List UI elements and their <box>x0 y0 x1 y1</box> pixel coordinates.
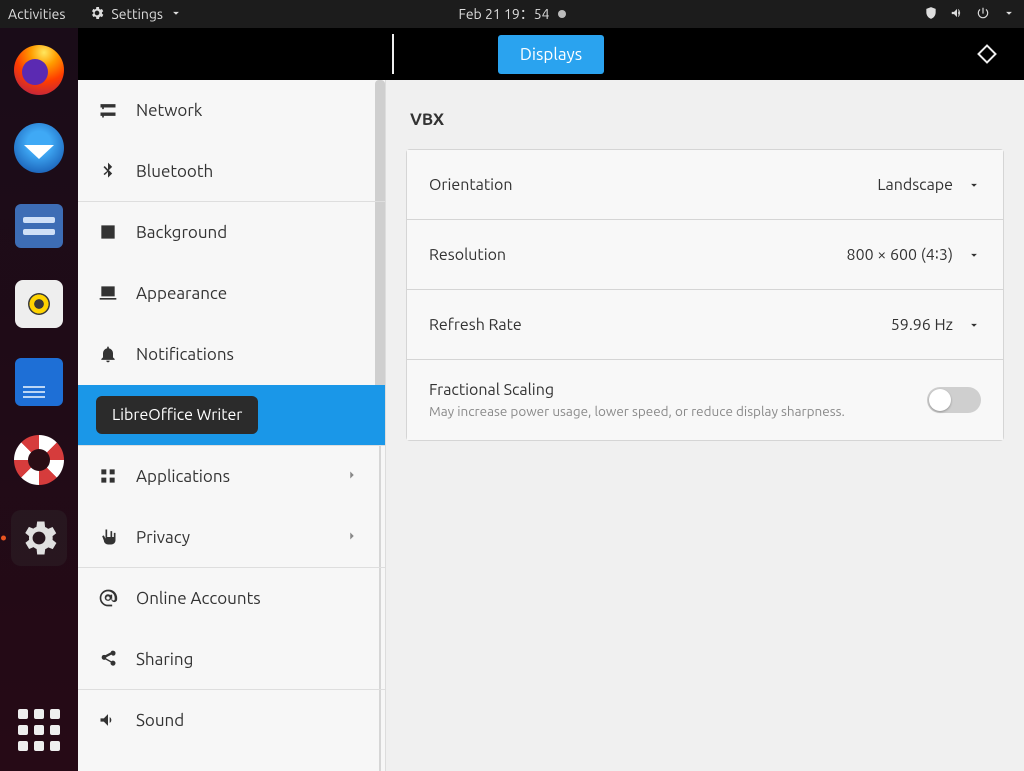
row-label: Resolution <box>429 246 506 264</box>
window-headerbar: Displays <box>78 28 1024 80</box>
activities-button[interactable]: Activities <box>8 6 65 22</box>
chevron-down-icon <box>967 318 981 332</box>
sidebar-item-sound[interactable]: Sound <box>78 690 385 751</box>
chevron-right-icon <box>345 467 359 486</box>
display-settings-panel: Orientation Landscape Resolution 800 × 6… <box>406 149 1004 441</box>
dock-app-firefox[interactable] <box>11 42 67 98</box>
row-value-dropdown[interactable]: 59.96 Hz <box>891 316 981 334</box>
files-icon <box>15 204 63 248</box>
display-name-heading: VBX <box>410 110 1004 129</box>
row-orientation[interactable]: Orientation Landscape <box>407 150 1003 220</box>
speaker-icon <box>15 280 63 328</box>
dock-app-writer[interactable] <box>11 354 67 410</box>
row-value: 800 × 600 (4∶3) <box>847 245 953 264</box>
sidebar-item-label: Sound <box>136 711 184 730</box>
thunderbird-icon <box>14 123 64 173</box>
dock-app-files[interactable] <box>11 198 67 254</box>
sidebar-item-label: Privacy <box>136 528 190 547</box>
sidebar-item-network[interactable]: Network <box>78 80 385 141</box>
sidebar-item-label: Notifications <box>136 345 234 364</box>
sound-icon <box>98 710 118 730</box>
dock-app-settings[interactable] <box>11 510 67 566</box>
grid-icon <box>98 466 118 486</box>
row-label: Orientation <box>429 176 513 194</box>
settings-window-body: Network Bluetooth Background Appearance … <box>78 80 1024 771</box>
chevron-right-icon <box>345 528 359 547</box>
bluetooth-icon <box>98 161 118 181</box>
row-sublabel: May increase power usage, lower speed, o… <box>429 403 845 419</box>
sidebar-item-appearance[interactable]: Appearance <box>78 263 385 324</box>
power-icon[interactable] <box>976 6 990 23</box>
sidebar-item-label: Network <box>136 101 202 120</box>
sidebar-item-privacy[interactable]: Privacy <box>78 507 385 568</box>
bell-icon <box>98 344 118 364</box>
sidebar-item-online-accounts[interactable]: Online Accounts <box>78 568 385 629</box>
ubuntu-dock <box>0 28 78 771</box>
dock-app-help[interactable] <box>11 432 67 488</box>
document-icon <box>15 358 63 406</box>
notification-dot-icon <box>558 10 566 18</box>
row-value-dropdown[interactable]: 800 × 600 (4∶3) <box>847 245 981 264</box>
sidebar-item-sharing[interactable]: Sharing <box>78 629 385 690</box>
chevron-down-icon <box>967 178 981 192</box>
sidebar-item-displays[interactable]: LibreOffice Writer <box>78 385 385 446</box>
row-value-dropdown[interactable]: Landscape <box>877 176 981 194</box>
settings-content: VBX Orientation Landscape Resolution 800… <box>386 80 1024 771</box>
shield-icon[interactable] <box>924 6 938 23</box>
chevron-down-icon <box>967 248 981 262</box>
row-label: Refresh Rate <box>429 316 522 334</box>
sidebar-item-label: Background <box>136 223 227 242</box>
display-layout-icon[interactable] <box>977 44 997 64</box>
chevron-down-icon[interactable] <box>1002 6 1016 23</box>
dock-app-thunderbird[interactable] <box>11 120 67 176</box>
gear-icon <box>89 5 105 24</box>
share-icon <box>98 649 118 669</box>
hand-icon <box>98 527 118 547</box>
settings-sidebar: Network Bluetooth Background Appearance … <box>78 80 386 771</box>
clock[interactable]: Feb 21 19：54 <box>458 4 549 24</box>
gear-icon <box>15 514 63 562</box>
show-applications-button[interactable] <box>18 709 60 751</box>
volume-icon[interactable] <box>950 6 964 23</box>
gnome-top-bar: Activities Settings Feb 21 19：54 <box>0 0 1024 28</box>
app-menu-label: Settings <box>111 6 163 22</box>
headerbar-separator <box>392 34 394 74</box>
sidebar-item-label: Appearance <box>136 284 227 303</box>
app-menu[interactable]: Settings <box>89 5 183 24</box>
appearance-icon <box>98 283 118 303</box>
row-label: Fractional Scaling <box>429 381 845 399</box>
fractional-scaling-toggle[interactable] <box>927 387 981 413</box>
headerbar-title[interactable]: Displays <box>498 35 604 74</box>
row-fractional-scaling: Fractional Scaling May increase power us… <box>407 360 1003 440</box>
sidebar-item-label: Sharing <box>136 650 193 669</box>
dock-tooltip: LibreOffice Writer <box>96 396 258 434</box>
sidebar-item-background[interactable]: Background <box>78 202 385 263</box>
chevron-down-icon <box>169 6 183 23</box>
sidebar-item-applications[interactable]: Applications <box>78 446 385 507</box>
firefox-icon <box>14 45 64 95</box>
row-refresh-rate[interactable]: Refresh Rate 59.96 Hz <box>407 290 1003 360</box>
at-icon <box>98 588 118 608</box>
sidebar-item-label: Bluetooth <box>136 162 213 181</box>
row-value: Landscape <box>877 176 953 194</box>
sidebar-item-label: Applications <box>136 467 230 486</box>
network-icon <box>98 100 118 120</box>
sidebar-item-notifications[interactable]: Notifications <box>78 324 385 385</box>
image-icon <box>98 222 118 242</box>
dock-app-rhythmbox[interactable] <box>11 276 67 332</box>
row-value: 59.96 Hz <box>891 316 953 334</box>
sidebar-item-label: Online Accounts <box>136 589 261 608</box>
row-resolution[interactable]: Resolution 800 × 600 (4∶3) <box>407 220 1003 290</box>
sidebar-item-bluetooth[interactable]: Bluetooth <box>78 141 385 202</box>
lifering-icon <box>14 435 64 485</box>
